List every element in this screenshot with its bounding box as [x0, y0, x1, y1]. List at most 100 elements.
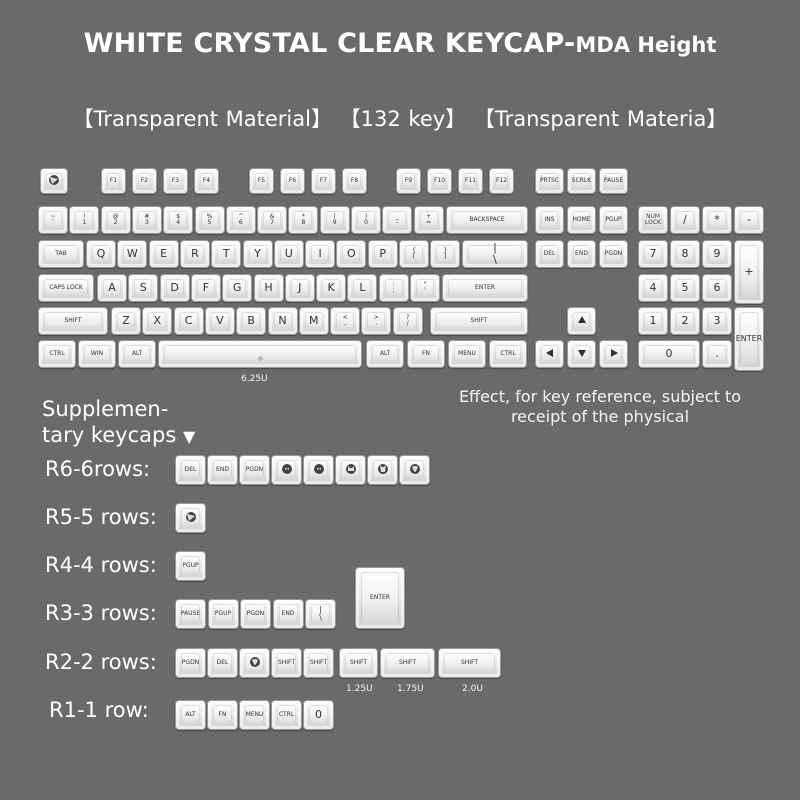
keycap-supp-symbol: | \: [305, 599, 336, 629]
keycap-c: C: [173, 307, 204, 335]
keycap-numpad-5: 5: [670, 274, 700, 302]
keycap-legend: Q: [96, 247, 106, 261]
keycap-legend: PGDN: [181, 658, 200, 666]
keycap-legend: ? /: [406, 313, 410, 327]
keycap-legend: PGDN: [604, 249, 623, 257]
row-label-r5: R5-5 rows:: [45, 505, 157, 529]
keycap-legend: 1: [649, 314, 657, 328]
keycap-legend: @ 2: [112, 212, 119, 226]
size-label-200: 2.0U: [462, 684, 483, 694]
keycap-legend: F3: [171, 176, 180, 184]
keycap-legend: # 3: [144, 212, 150, 226]
keycap-backspace: BACKSPACE: [446, 206, 528, 234]
keycap-legend: END: [575, 249, 588, 257]
keycap-legend: V: [216, 314, 224, 328]
keycap-q: Q: [86, 240, 116, 268]
row-label-r3: R3-3 rows:: [45, 601, 157, 625]
keycap-1: ! 1: [69, 206, 100, 234]
keycap-numpad-8: 8: [670, 240, 700, 268]
keycap-o: O: [336, 240, 367, 268]
keycap-left-alt: ALT: [118, 340, 156, 368]
keycap-legend: | \: [493, 241, 497, 266]
size-label-125: 1.25U: [346, 684, 373, 694]
keycap-i: I: [305, 240, 336, 268]
keycap-numpad-0: 0: [638, 340, 700, 368]
keycap-symbol: " ': [410, 274, 440, 302]
keycap-numpad-plus: +: [734, 240, 764, 304]
horns-icon: [377, 464, 388, 474]
keycap-supp-pgdn: PGDN: [239, 455, 270, 485]
keycap-legend: } ]: [443, 246, 448, 260]
keycap-numpad-4: 4: [638, 274, 668, 302]
keycap-legend: B: [247, 314, 255, 328]
keycap-legend: % 5: [206, 212, 213, 226]
keycap-legend: TAB: [55, 249, 67, 257]
keycap-legend: M: [309, 314, 319, 328]
keycap-supp-pause: PAUSE: [175, 599, 206, 629]
keycap-f1: F1: [101, 168, 126, 194]
keycap-legend: L: [359, 281, 366, 295]
effect-note: Effect, for key reference, subject to re…: [458, 387, 742, 426]
keycap-symbol: } ]: [430, 240, 461, 268]
keycap-w: W: [117, 240, 148, 268]
keycap-legend: WIN: [90, 349, 104, 357]
row-label-r6: R6-6rows:: [45, 457, 151, 481]
keycap-supp-icon: [367, 455, 398, 485]
keycap-legend: +: [744, 265, 754, 279]
keycap-legend: H: [264, 281, 273, 295]
keycap-legend: 8: [681, 247, 689, 261]
keycap-supp-pgdn: PGDN: [175, 648, 206, 678]
keycap-legend: F8: [350, 176, 359, 184]
keycap-arrow-up: [567, 307, 596, 335]
keycap-legend: K: [327, 281, 335, 295]
keycap-supp-shift-175: SHIFT: [380, 648, 435, 678]
keycap-supp-shift-200: SHIFT: [438, 648, 501, 678]
keycap-9: ( 9: [319, 206, 350, 234]
keycap-f: F: [190, 274, 221, 302]
keycap-supp-icon: [335, 455, 366, 485]
keycap-5: % 5: [194, 206, 225, 234]
keycap-t: T: [211, 240, 242, 268]
keycap-supp-alt: ALT: [175, 700, 206, 730]
skull-icon: [313, 464, 324, 474]
row-label-r1: R1-1 row:: [49, 698, 149, 722]
keycap-legend: 7: [649, 247, 657, 261]
keycap-v: V: [204, 307, 235, 335]
keycap-legend: _ -: [395, 212, 399, 226]
keycap-backslash: | \: [462, 240, 528, 268]
keycap-ins: INS: [535, 206, 564, 234]
keycap-supp-shift-125: SHIFT: [339, 648, 378, 678]
keycap-arrow-right: [599, 340, 628, 368]
keycap-supp-ctrl: CTRL: [271, 700, 302, 730]
keycap-legend: F5: [257, 176, 266, 184]
keycap-legend: I: [318, 247, 322, 261]
keycap-legend: R: [191, 247, 199, 261]
keycap-f12: F12: [489, 168, 514, 194]
keycap-legend: /: [683, 213, 687, 227]
keycap-legend: *: [714, 213, 720, 227]
keycap-legend: CTRL: [278, 710, 295, 718]
keycap-right-alt: ALT: [366, 340, 404, 368]
right-icon: [610, 349, 618, 357]
supplementary-title: Supplemen- tary keycaps ▼: [42, 396, 195, 450]
keycap-x: X: [142, 307, 173, 335]
keycap-numpad-symbol: -: [734, 206, 764, 234]
keycap-legend: $ 4: [176, 212, 181, 226]
size-label-175: 1.75U: [397, 684, 424, 694]
keycap-supp-del: DEL: [207, 648, 238, 678]
keycap-supp-shift: SHIFT: [271, 648, 302, 678]
keycap-supp-pgdn: PGDN: [240, 599, 271, 629]
keycap-j: J: [284, 274, 315, 302]
keycap-legend: J: [298, 281, 302, 295]
keycap-legend: 6: [713, 281, 721, 295]
keycap-f3: F3: [163, 168, 188, 194]
keycap-supp-0: 0: [303, 700, 334, 730]
keycap-legend: X: [153, 314, 162, 328]
keycap-numpad-num-lock: NUM LOCK: [638, 206, 668, 234]
keycap-legend: SHIFT: [349, 658, 368, 666]
keycap-legend: F10: [433, 176, 446, 184]
keycap-numpad-3: 3: [702, 307, 732, 335]
ram-icon: [409, 464, 420, 474]
keycap-symbol: < ,: [330, 307, 361, 335]
supplementary-line1: Supplemen-: [42, 397, 169, 421]
